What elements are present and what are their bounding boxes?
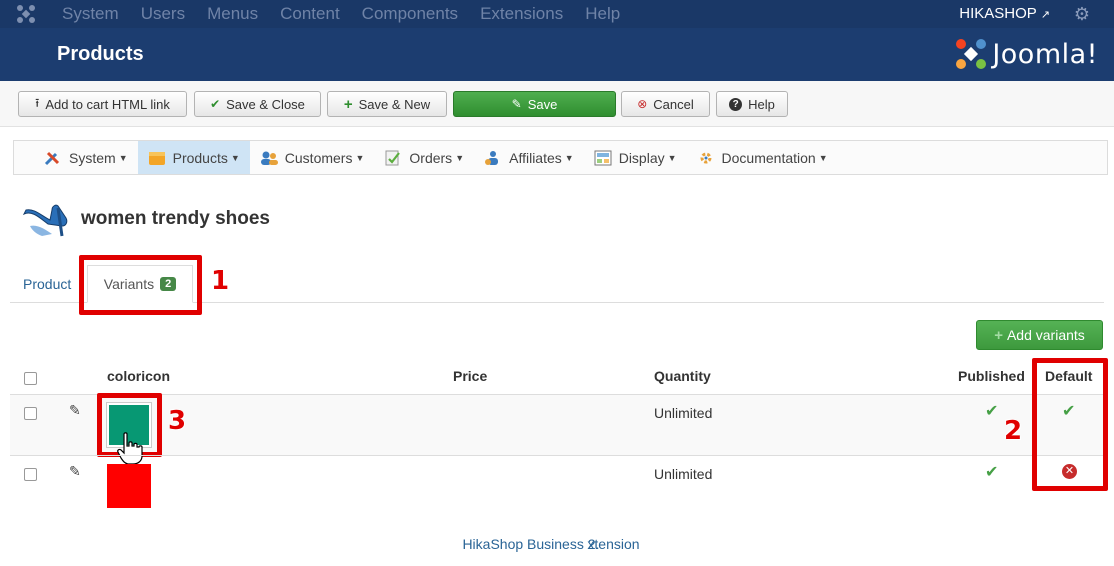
footer: HikaShop Business 2.​xtension <box>0 536 1114 552</box>
upload-icon: ⭱ <box>35 95 40 110</box>
footer-version-link[interactable]: HikaShop Business 2.​xtension <box>462 536 639 552</box>
save-label: Save <box>527 96 558 112</box>
quantity-cell: Unlimited <box>654 466 713 482</box>
row-checkbox[interactable] <box>24 468 37 481</box>
menu-extensions[interactable]: Extensions <box>480 0 563 28</box>
product-thumbnail <box>22 204 68 237</box>
tab-product[interactable]: Product <box>23 276 71 292</box>
hikamenu-products[interactable]: Products ▼ <box>137 141 250 174</box>
help-label: Help <box>748 96 775 112</box>
add-variants-button[interactable]: + Add variants <box>976 320 1103 350</box>
caret-down-icon: ▼ <box>818 152 828 163</box>
display-icon <box>594 150 612 165</box>
gear-icon[interactable]: ⚙ <box>1074 4 1090 24</box>
annotation-box-1 <box>79 255 202 315</box>
affiliates-icon <box>485 150 499 165</box>
hikamenu-display[interactable]: Display ▼ <box>584 141 687 174</box>
annotation-box-2 <box>1032 358 1108 491</box>
select-all-checkbox[interactable] <box>24 372 37 385</box>
customers-icon <box>260 151 278 165</box>
product-name: women trendy shoes <box>81 208 270 229</box>
hikamenu-customers-label: Customers <box>284 149 353 166</box>
footer-version-fragment: xtension <box>587 536 640 552</box>
color-swatch-red[interactable] <box>107 464 151 508</box>
caret-down-icon: ▼ <box>355 152 365 163</box>
hikamenu-system-label: System <box>69 149 116 166</box>
site-name: HIKASHOP <box>959 5 1037 22</box>
hikamenu-documentation[interactable]: Documentation ▼ <box>687 141 838 174</box>
hikashop-menu: System ▼ Products ▼ Customers ▼ Orders ▼ Aff… <box>13 140 1108 175</box>
column-header-quantity[interactable]: Quantity <box>654 368 711 384</box>
page-header: Products Joomla! <box>0 28 1114 81</box>
caret-down-icon: ▼ <box>118 152 128 163</box>
hikamenu-orders[interactable]: Orders ▼ <box>374 141 474 174</box>
column-header-coloricon[interactable]: coloricon <box>107 368 170 384</box>
edit-icon: ✎ <box>511 97 522 111</box>
page-title: Products <box>57 43 144 65</box>
orders-icon <box>385 150 401 165</box>
box-icon <box>148 151 165 165</box>
add-variants-label: Add variants <box>1006 327 1085 343</box>
caret-down-icon: ▼ <box>455 152 465 163</box>
caret-down-icon: ▼ <box>667 152 677 163</box>
column-header-price[interactable]: Price <box>453 368 487 384</box>
menu-content[interactable]: Content <box>280 0 340 28</box>
add-to-cart-html-button[interactable]: ⭱ Add to cart HTML link <box>18 91 187 117</box>
save-new-label: Save & New <box>358 96 431 112</box>
cancel-label: Cancel <box>653 96 694 112</box>
row-checkbox[interactable] <box>24 407 37 420</box>
joomla-brand-icon <box>956 39 987 69</box>
cancel-button[interactable]: ⊗ Cancel <box>621 91 710 117</box>
menu-users[interactable]: Users <box>141 0 185 28</box>
toolbar: ⭱ Add to cart HTML link ✔ Save & Close +… <box>0 81 1114 127</box>
admin-top-bar: System Users Menus Content Components Ex… <box>0 0 1114 28</box>
hikamenu-affiliates-label: Affiliates <box>509 149 562 166</box>
plus-icon: + <box>343 95 353 113</box>
help-circle-icon: ? <box>729 97 743 111</box>
cancel-circle-icon: ⊗ <box>637 97 648 111</box>
joomla-brand: Joomla! <box>954 36 1098 72</box>
annotation-number-2: 2 <box>1004 416 1023 446</box>
hikamenu-display-label: Display <box>618 149 665 166</box>
save-close-label: Save & Close <box>226 96 305 112</box>
caret-down-icon: ▼ <box>564 152 574 163</box>
menu-help[interactable]: Help <box>585 0 620 28</box>
site-link[interactable]: HIKASHOP ↗ <box>959 0 1050 29</box>
hikamenu-products-label: Products <box>172 149 228 166</box>
joomla-wordmark: Joomla! <box>992 38 1098 70</box>
annotation-number-3: 3 <box>168 406 187 436</box>
column-header-published[interactable]: Published <box>958 368 1025 384</box>
tools-icon <box>44 151 60 165</box>
edit-pencil-icon[interactable]: ✎ <box>69 402 81 419</box>
documentation-icon <box>700 152 712 163</box>
hikamenu-orders-label: Orders <box>409 149 453 166</box>
published-check-icon[interactable]: ✔ <box>985 462 998 482</box>
admin-main-menu: System Users Menus Content Components Ex… <box>62 0 642 28</box>
hikamenu-customers[interactable]: Customers ▼ <box>250 141 375 174</box>
hikamenu-system[interactable]: System ▼ <box>14 141 138 174</box>
joomla-logo-icon[interactable] <box>16 4 36 24</box>
add-to-cart-html-label: Add to cart HTML link <box>45 96 170 112</box>
annotation-number-1: 1 <box>211 266 230 296</box>
hikamenu-affiliates[interactable]: Affiliates ▼ <box>474 141 584 174</box>
check-icon: ✔ <box>210 97 221 111</box>
menu-menus[interactable]: Menus <box>207 0 258 28</box>
caret-down-icon: ▼ <box>230 152 240 163</box>
menu-system[interactable]: System <box>62 0 119 28</box>
help-button[interactable]: ? Help <box>716 91 788 117</box>
menu-components[interactable]: Components <box>362 0 458 28</box>
plus-icon: + <box>994 326 1003 344</box>
save-button[interactable]: ✎ Save <box>453 91 616 117</box>
hikamenu-documentation-label: Documentation <box>721 149 816 166</box>
row-divider <box>10 455 1104 456</box>
edit-pencil-icon[interactable]: ✎ <box>69 463 81 480</box>
external-link-icon: ↗ <box>1040 9 1050 21</box>
save-new-button[interactable]: + Save & New <box>327 91 447 117</box>
quantity-cell: Unlimited <box>654 405 713 421</box>
published-check-icon[interactable]: ✔ <box>985 401 998 421</box>
hand-cursor-icon <box>117 432 143 465</box>
save-close-button[interactable]: ✔ Save & Close <box>194 91 321 117</box>
